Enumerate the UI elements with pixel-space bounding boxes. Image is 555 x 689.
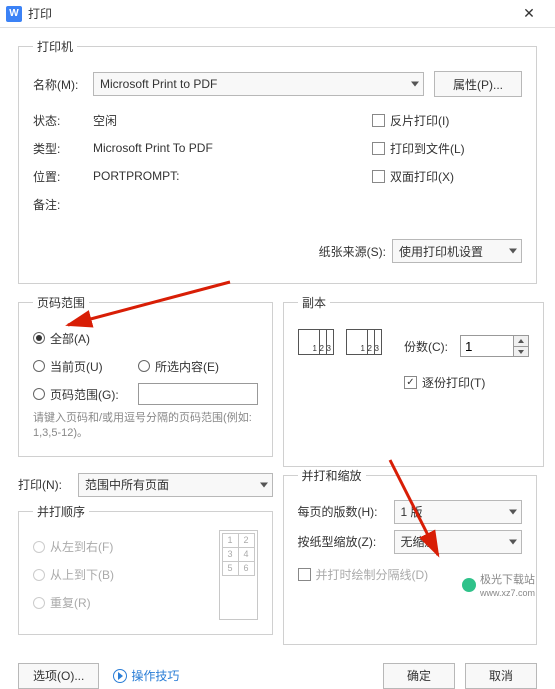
status-label: 状态: [33,112,93,129]
close-button[interactable]: ✕ [509,0,549,28]
range-pages-radio[interactable] [33,388,45,400]
copies-count-label: 份数(C): [404,338,460,355]
collate-icon: 3 2 1 [298,329,340,375]
page-range-input[interactable] [138,383,258,405]
draw-line-checkbox [298,568,311,581]
chevron-down-icon [509,509,517,514]
type-value: Microsoft Print To PDF [93,141,213,155]
watermark: 极光下载站 www.xz7.com [462,571,535,599]
print-what-select[interactable]: 范围中所有页面 [78,473,273,497]
collate-checkbox[interactable]: ✓ [404,376,417,389]
spin-up-button[interactable] [513,335,529,346]
scale-select[interactable]: 无缩放 [394,530,523,554]
ok-button[interactable]: 确定 [383,663,455,689]
scale-label: 按纸型缩放(Z): [298,533,394,550]
name-label: 名称(M): [33,76,93,93]
range-selection-radio[interactable] [138,360,150,372]
properties-button[interactable]: 属性(P)... [434,71,522,97]
pages-per-sheet-label: 每页的版数(H): [298,503,394,520]
status-value: 空闲 [93,112,117,129]
range-current-radio[interactable] [33,360,45,372]
order-repeat-radio [33,597,45,609]
chevron-down-icon [260,482,268,487]
collate-icon: 3 2 1 [346,329,388,375]
flip-checkbox[interactable] [372,114,385,127]
spin-down-button[interactable] [513,346,529,357]
printer-name-select[interactable]: Microsoft Print to PDF [93,72,424,96]
watermark-icon [462,578,476,592]
chevron-down-icon [509,539,517,544]
duplex-checkbox[interactable] [372,170,385,183]
printer-group: 打印机 名称(M): Microsoft Print to PDF 属性(P).… [18,38,537,284]
pages-per-sheet-select[interactable]: 1 版 [394,500,523,524]
copies-count-input[interactable] [460,335,514,357]
copies-group: 副本 3 2 1 3 2 1 [283,294,544,467]
printer-legend: 打印机 [33,38,77,55]
print-what-label: 打印(N): [18,476,78,493]
range-hint: 请键入页码和/或用逗号分隔的页码范围(例如: 1,3,5-12)。 [33,411,258,442]
paper-source-label: 纸张来源(S): [319,243,386,260]
to-file-checkbox[interactable] [372,142,385,155]
type-label: 类型: [33,140,93,157]
paper-source-select[interactable]: 使用打印机设置 [392,239,522,263]
chevron-down-icon [411,82,419,87]
options-button[interactable]: 选项(O)... [18,663,99,689]
copies-legend: 副本 [298,294,330,311]
layout-preview-icon: 123456 [219,530,258,620]
page-range-group: 页码范围 全部(A) 当前页(U) 所选内容(E) 页码范围(G): 请键入页码… [18,294,273,457]
dialog-title: 打印 [28,5,509,22]
order-lr-radio [33,541,45,553]
app-icon: W [6,6,22,22]
tips-link[interactable]: 操作技巧 [113,667,179,684]
zoom-group: 并打和缩放 每页的版数(H): 1 版 按纸型缩放(Z): 无缩放 并打时绘制分… [283,467,538,645]
where-value: PORTPROMPT: [93,169,179,183]
where-label: 位置: [33,168,93,185]
cancel-button[interactable]: 取消 [465,663,537,689]
range-legend: 页码范围 [33,294,89,311]
chevron-down-icon [509,249,517,254]
order-group: 并打顺序 从左到右(F) 从上到下(B) 重复(R) 123456 [18,503,273,635]
comment-label: 备注: [33,196,93,213]
play-circle-icon [113,669,127,683]
order-tb-radio [33,569,45,581]
zoom-legend: 并打和缩放 [298,467,366,484]
range-all-radio[interactable] [33,332,45,344]
order-legend: 并打顺序 [33,503,89,520]
